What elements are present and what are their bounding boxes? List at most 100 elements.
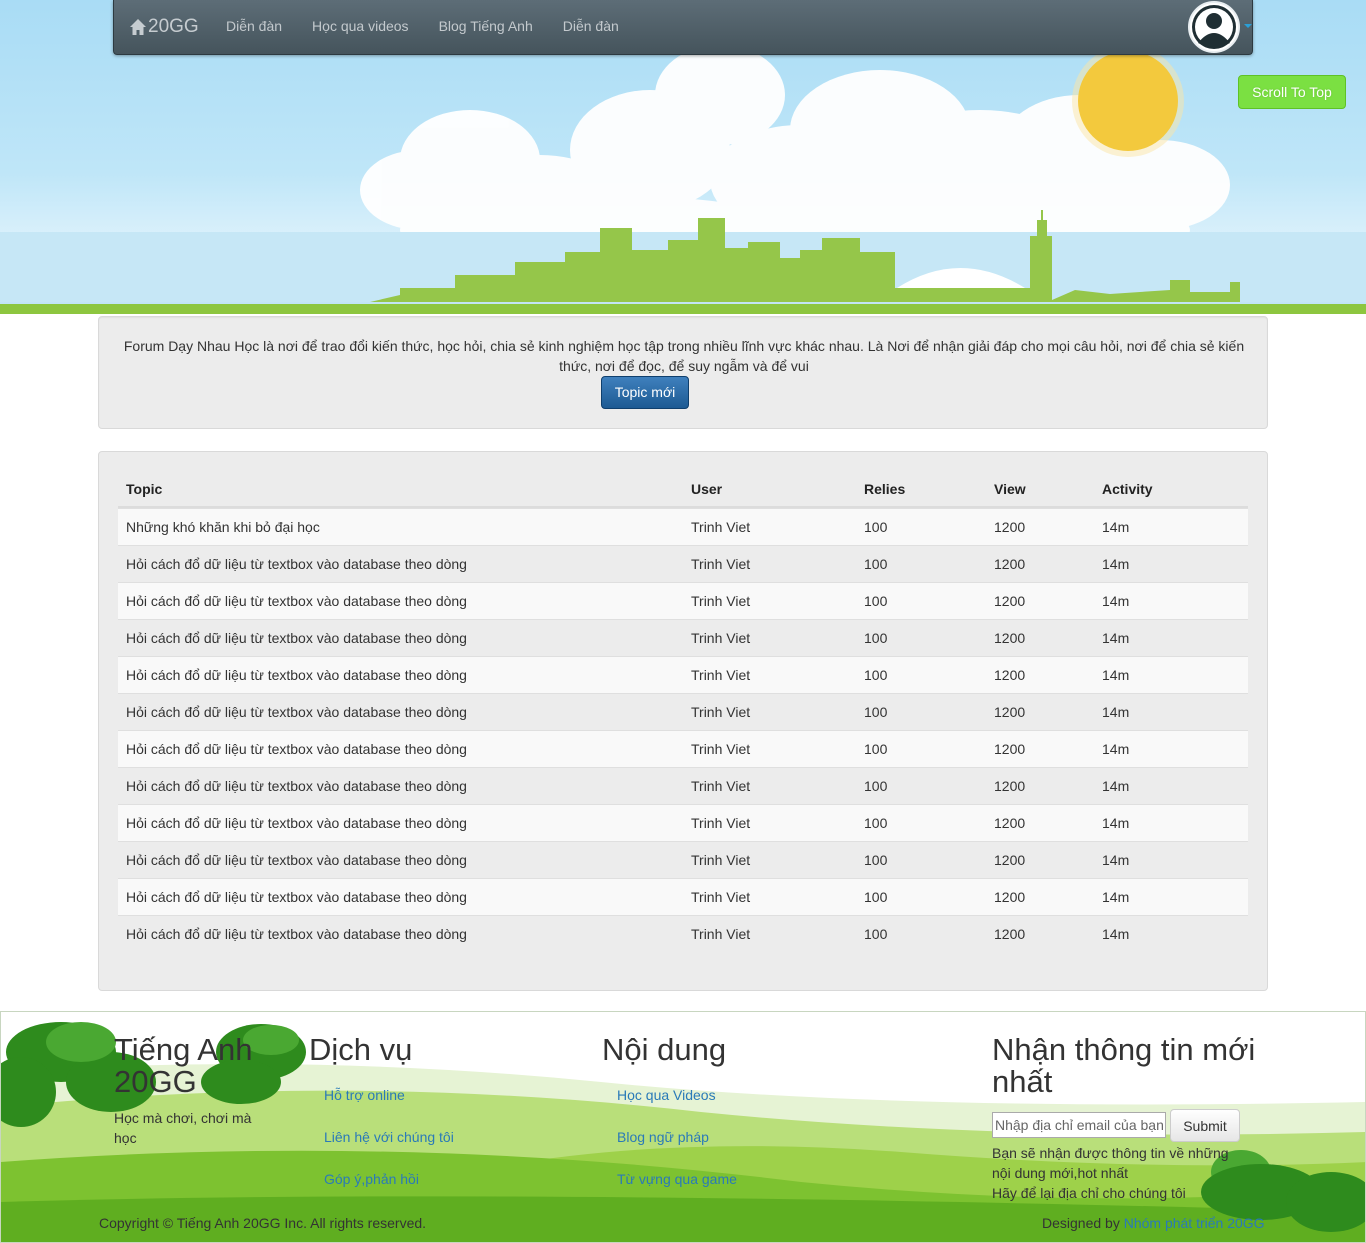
top-navbar: 20GG Diễn đàn Học qua videos Blog Tiếng … bbox=[113, 0, 1253, 55]
table-row[interactable]: Hỏi cách đổ dữ liệu từ textbox vào datab… bbox=[118, 693, 1248, 730]
new-topic-button[interactable]: Topic mới bbox=[601, 376, 689, 409]
nav-item-blog-tieng-anh[interactable]: Blog Tiếng Anh bbox=[424, 0, 548, 55]
cell-topic[interactable]: Hỏi cách đổ dữ liệu từ textbox vào datab… bbox=[118, 593, 683, 609]
cell-user: Trinh Viet bbox=[691, 741, 751, 757]
user-silhouette-icon bbox=[1192, 5, 1236, 49]
table-row[interactable]: Hỏi cách đổ dữ liệu từ textbox vào datab… bbox=[118, 582, 1248, 619]
cell-activity: 14m bbox=[1102, 815, 1130, 831]
user-menu-caret-icon[interactable] bbox=[1244, 24, 1252, 28]
cell-replies: 100 bbox=[864, 630, 888, 646]
table-row[interactable]: Hỏi cách đổ dữ liệu từ textbox vào datab… bbox=[118, 804, 1248, 841]
nav-item-dien-dan-2[interactable]: Diễn đàn bbox=[548, 0, 634, 55]
cell-replies: 100 bbox=[864, 852, 888, 868]
cell-activity: 14m bbox=[1102, 778, 1130, 794]
cell-user: Trinh Viet bbox=[691, 667, 751, 683]
newsletter-submit-button[interactable]: Submit bbox=[1170, 1109, 1240, 1142]
cell-topic[interactable]: Hỏi cách đổ dữ liệu từ textbox vào datab… bbox=[118, 926, 683, 942]
link-feedback[interactable]: Góp ý,phản hồi bbox=[324, 1171, 419, 1187]
intro-panel: Forum Dạy Nhau Học là nơi để trao đổi ki… bbox=[98, 316, 1268, 429]
cell-topic[interactable]: Hỏi cách đổ dữ liệu từ textbox vào datab… bbox=[118, 815, 683, 831]
nav-item-dien-dan[interactable]: Diễn đàn bbox=[211, 0, 297, 55]
cell-view: 1200 bbox=[994, 556, 1026, 572]
cell-view: 1200 bbox=[994, 519, 1026, 535]
cell-topic[interactable]: Hỏi cách đổ dữ liệu từ textbox vào datab… bbox=[118, 889, 683, 905]
footer: Tiếng Anh 20GG Học mà chơi, chơi mà học … bbox=[0, 1011, 1366, 1243]
link-contact-us[interactable]: Liên hệ với chúng tôi bbox=[324, 1129, 454, 1145]
link-online-support[interactable]: Hỗ trợ online bbox=[324, 1087, 405, 1103]
link-grammar-blog[interactable]: Blog ngữ pháp bbox=[617, 1129, 709, 1145]
cell-activity: 14m bbox=[1102, 889, 1130, 905]
cell-topic[interactable]: Hỏi cách đổ dữ liệu từ textbox vào datab… bbox=[118, 778, 683, 794]
cell-view: 1200 bbox=[994, 630, 1026, 646]
header-user: User bbox=[691, 480, 723, 497]
nav-item-hoc-qua-videos[interactable]: Học qua videos bbox=[297, 0, 424, 55]
designed-by-prefix: Designed by bbox=[1042, 1215, 1124, 1231]
cell-replies: 100 bbox=[864, 519, 888, 535]
cell-topic[interactable]: Hỏi cách đổ dữ liệu từ textbox vào datab… bbox=[118, 556, 683, 572]
table-row[interactable]: Hỏi cách đổ dữ liệu từ textbox vào datab… bbox=[118, 915, 1248, 952]
cell-replies: 100 bbox=[864, 556, 888, 572]
newsletter-note-2: Hãy để lại địa chỉ cho chúng tôi bbox=[992, 1185, 1186, 1201]
cell-activity: 14m bbox=[1102, 519, 1130, 535]
footer-newsletter: Nhận thông tin mới nhất bbox=[992, 1034, 1262, 1098]
table-row[interactable]: Hỏi cách đổ dữ liệu từ textbox vào datab… bbox=[118, 767, 1248, 804]
cell-user: Trinh Viet bbox=[691, 926, 751, 942]
cell-user: Trinh Viet bbox=[691, 593, 751, 609]
footer-services: Dịch vụ bbox=[309, 1034, 412, 1066]
cell-view: 1200 bbox=[994, 778, 1026, 794]
footer-about-tagline: Học mà chơi, chơi mà học bbox=[114, 1110, 252, 1146]
cell-user: Trinh Viet bbox=[691, 704, 751, 720]
user-avatar[interactable] bbox=[1188, 1, 1240, 53]
cell-replies: 100 bbox=[864, 889, 888, 905]
table-row[interactable]: Hỏi cách đổ dữ liệu từ textbox vào datab… bbox=[118, 841, 1248, 878]
cell-user: Trinh Viet bbox=[691, 519, 751, 535]
designed-by: Designed by Nhóm phát triển 20GG bbox=[1042, 1215, 1265, 1231]
table-row[interactable]: Hỏi cách đổ dữ liệu từ textbox vào datab… bbox=[118, 730, 1248, 767]
table-row[interactable]: Hỏi cách đổ dữ liệu từ textbox vào datab… bbox=[118, 545, 1248, 582]
cell-view: 1200 bbox=[994, 593, 1026, 609]
nav-links: Diễn đàn Học qua videos Blog Tiếng Anh D… bbox=[211, 0, 634, 55]
cell-activity: 14m bbox=[1102, 593, 1130, 609]
footer-newsletter-title: Nhận thông tin mới nhất bbox=[992, 1032, 1256, 1099]
scroll-to-top-button[interactable]: Scroll To Top bbox=[1238, 75, 1346, 109]
table-row[interactable]: Hỏi cách đổ dữ liệu từ textbox vào datab… bbox=[118, 656, 1248, 693]
cell-view: 1200 bbox=[994, 852, 1026, 868]
cell-replies: 100 bbox=[864, 778, 888, 794]
brand-text: 20GG bbox=[148, 16, 199, 37]
cell-activity: 14m bbox=[1102, 852, 1130, 868]
cell-topic[interactable]: Hỏi cách đổ dữ liệu từ textbox vào datab… bbox=[118, 630, 683, 646]
cell-topic[interactable]: Những khó khăn khi bỏ đại học bbox=[118, 519, 683, 535]
cell-topic[interactable]: Hỏi cách đổ dữ liệu từ textbox vào datab… bbox=[118, 741, 683, 757]
header-activity: Activity bbox=[1102, 480, 1153, 497]
cell-view: 1200 bbox=[994, 741, 1026, 757]
brand-home-link[interactable]: 20GG bbox=[129, 15, 199, 39]
cell-activity: 14m bbox=[1102, 630, 1130, 646]
table-row[interactable]: Hỏi cách đổ dữ liệu từ textbox vào datab… bbox=[118, 878, 1248, 915]
footer-about-title: Tiếng Anh 20GG bbox=[114, 1032, 253, 1099]
cell-replies: 100 bbox=[864, 926, 888, 942]
header-replies: Relies bbox=[864, 480, 906, 497]
cell-user: Trinh Viet bbox=[691, 815, 751, 831]
designed-by-link[interactable]: Nhóm phát triển 20GG bbox=[1124, 1215, 1265, 1231]
cell-view: 1200 bbox=[994, 667, 1026, 683]
newsletter-email-input[interactable] bbox=[992, 1112, 1166, 1138]
table-row[interactable]: Những khó khăn khi bỏ đại học Trinh Viet 1… bbox=[118, 508, 1248, 545]
cell-topic[interactable]: Hỏi cách đổ dữ liệu từ textbox vào datab… bbox=[118, 852, 683, 868]
cell-topic[interactable]: Hỏi cách đổ dữ liệu từ textbox vào datab… bbox=[118, 704, 683, 720]
cell-topic[interactable]: Hỏi cách đổ dữ liệu từ textbox vào datab… bbox=[118, 667, 683, 683]
cell-user: Trinh Viet bbox=[691, 556, 751, 572]
header-topic: Topic bbox=[126, 480, 163, 497]
footer-about: Tiếng Anh 20GG Học mà chơi, chơi mà học bbox=[114, 1034, 264, 1148]
cell-view: 1200 bbox=[994, 815, 1026, 831]
copyright-text: Copyright © Tiếng Anh 20GG Inc. All righ… bbox=[99, 1215, 427, 1231]
cell-user: Trinh Viet bbox=[691, 778, 751, 794]
link-videos[interactable]: Học qua Videos bbox=[617, 1087, 716, 1103]
table-header-row: Topic User Relies View Activity bbox=[118, 471, 1248, 508]
link-vocabulary-game[interactable]: Từ vựng qua game bbox=[617, 1171, 737, 1187]
cell-activity: 14m bbox=[1102, 667, 1130, 683]
cell-view: 1200 bbox=[994, 704, 1026, 720]
home-icon bbox=[130, 19, 146, 35]
footer-services-title: Dịch vụ bbox=[309, 1032, 413, 1067]
table-row[interactable]: Hỏi cách đổ dữ liệu từ textbox vào datab… bbox=[118, 619, 1248, 656]
cell-view: 1200 bbox=[994, 889, 1026, 905]
